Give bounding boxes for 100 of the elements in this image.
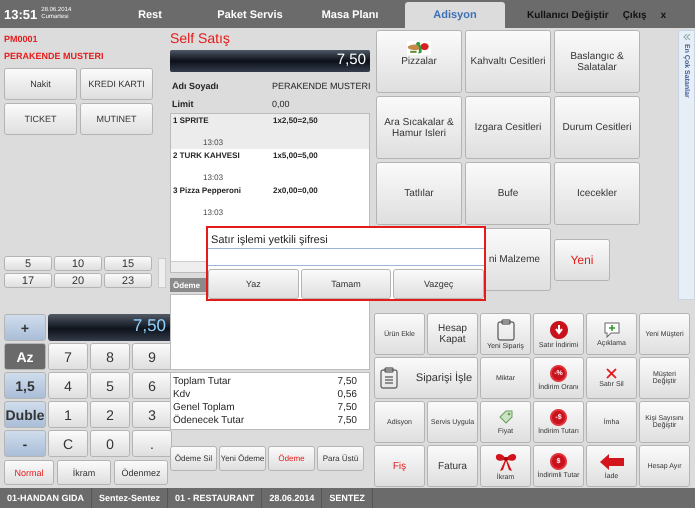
action-button[interactable]: Hesap Kapat bbox=[427, 313, 478, 355]
keypad-key[interactable]: 6 bbox=[132, 372, 172, 399]
keypad-key[interactable]: Az bbox=[4, 343, 46, 370]
item-name: 1 SPRITE bbox=[173, 116, 210, 125]
quick-number-button[interactable]: 20 bbox=[54, 273, 102, 288]
category-button[interactable]: Pizzalar bbox=[376, 30, 462, 93]
quick-number-button[interactable]: 23 bbox=[104, 273, 152, 288]
keypad-key[interactable]: Duble bbox=[4, 401, 46, 428]
scrollbar[interactable] bbox=[158, 258, 166, 288]
nav-tab[interactable]: Adisyon bbox=[405, 2, 505, 28]
bow-icon bbox=[494, 452, 518, 472]
payment-type-button[interactable]: TICKET bbox=[4, 103, 77, 135]
keypad-key[interactable]: 1,5 bbox=[4, 372, 46, 399]
dialog-title: Satır işlemi yetkili şifresi bbox=[210, 233, 329, 248]
total-display: 7,50 bbox=[170, 50, 370, 72]
keypad-key[interactable]: 9 bbox=[132, 343, 172, 370]
keypad-key[interactable]: - bbox=[4, 430, 46, 457]
item-time: 13:03 bbox=[202, 173, 224, 182]
category-button[interactable]: Icecekler bbox=[554, 162, 640, 225]
cross-icon bbox=[606, 368, 617, 379]
mode-button[interactable]: İkram bbox=[57, 460, 111, 485]
return-arrow-icon bbox=[598, 452, 624, 470]
total-value: 7,50 bbox=[338, 414, 357, 427]
quick-number-button[interactable]: 17 bbox=[4, 273, 52, 288]
keypad-key[interactable]: 4 bbox=[48, 372, 88, 399]
payment-type-button[interactable]: MUTINET bbox=[80, 103, 153, 135]
status-item: Sentez-Sentez bbox=[92, 488, 168, 508]
total-value: 7,50 bbox=[338, 375, 357, 388]
total-value: 7,50 bbox=[338, 401, 357, 414]
category-button[interactable]: Tatlılar bbox=[376, 162, 462, 225]
new-button[interactable]: Yeni bbox=[554, 238, 610, 280]
category-button[interactable]: Izgara Cesitleri bbox=[465, 96, 551, 159]
customer-name: PERAKENDE MUSTERI bbox=[4, 51, 105, 63]
total-label: Toplam Tutar bbox=[173, 375, 231, 388]
category-button[interactable]: Ara Sıcakalar & Hamur Isleri bbox=[376, 96, 462, 159]
status-item: SENTEZ bbox=[322, 488, 373, 508]
payment-type-button[interactable]: KREDI KARTI bbox=[80, 68, 153, 100]
quick-number-button[interactable]: 15 bbox=[104, 256, 152, 271]
nav-tab[interactable]: Masa Planı bbox=[300, 2, 400, 28]
dialog-button[interactable]: Tamam bbox=[300, 269, 392, 299]
category-button[interactable]: Bufe bbox=[465, 162, 551, 225]
speech-bubble-icon bbox=[602, 322, 620, 338]
switch-user-link[interactable]: Kullanıcı Değiştir bbox=[527, 10, 609, 20]
sale-title: Self Satış bbox=[170, 30, 231, 48]
payment-action-button[interactable]: Para Üstü bbox=[317, 446, 364, 471]
category-button[interactable]: Durum Cesitleri bbox=[554, 96, 640, 159]
status-item: 28.06.2014 bbox=[262, 488, 322, 508]
discount-badge-icon bbox=[548, 320, 568, 340]
item-name: 2 TURK KAHVESI bbox=[173, 151, 241, 160]
keypad-key[interactable]: 3 bbox=[132, 401, 172, 428]
close-button[interactable]: x bbox=[660, 10, 666, 20]
keypad-key[interactable]: 5 bbox=[90, 372, 130, 399]
collapse-icon[interactable] bbox=[682, 34, 690, 40]
total-label: Genel Toplam bbox=[173, 401, 235, 414]
payment-action-button[interactable]: Ödeme Sil bbox=[170, 446, 217, 471]
quick-number-button[interactable]: 5 bbox=[4, 256, 52, 271]
action-button[interactable]: Fatura bbox=[427, 445, 478, 487]
total-label: Ödenecek Tutar bbox=[173, 414, 244, 427]
keypad-key[interactable]: C bbox=[48, 430, 88, 457]
payment-action-button[interactable]: Ödeme bbox=[268, 446, 315, 471]
item-name: 3 Pizza Pepperoni bbox=[173, 186, 242, 195]
mode-button[interactable]: Ödenmez bbox=[114, 460, 168, 485]
keypad-key[interactable]: 2 bbox=[90, 401, 130, 428]
clipboard-icon bbox=[380, 367, 398, 389]
order-item[interactable]: 1 SPRITE 1x2,50=2,50 13:03 bbox=[171, 114, 369, 149]
action-button[interactable]: Siparişi İşle bbox=[374, 357, 478, 399]
status-item: 01 - RESTAURANT bbox=[168, 488, 262, 508]
category-button[interactable]: Kahvaltı Cesitleri bbox=[465, 30, 551, 93]
clipboard-icon bbox=[496, 318, 514, 340]
payment-action-button[interactable]: Yeni Ödeme bbox=[219, 446, 266, 471]
order-item[interactable]: 3 Pizza Pepperoni 2x0,00=0,00 13:03 bbox=[171, 184, 369, 219]
item-time: 13:03 bbox=[202, 138, 224, 147]
dialog-button[interactable]: Yaz bbox=[208, 269, 299, 299]
category-button[interactable]: Baslangıc & Salatalar bbox=[554, 30, 640, 93]
clock-time: 13:51 bbox=[4, 6, 38, 22]
quick-number-button[interactable]: 10 bbox=[54, 256, 102, 271]
order-item[interactable]: 2 TURK KAHVESI 1x5,00=5,00 13:03 bbox=[171, 149, 369, 184]
amount-display: 7,50 bbox=[48, 314, 172, 341]
keypad-key[interactable]: 7 bbox=[48, 343, 88, 370]
item-time: 13:03 bbox=[202, 208, 224, 217]
nav-tab[interactable]: Paket Servis bbox=[200, 2, 300, 28]
customer-code: PM0001 bbox=[4, 34, 39, 46]
keypad-key[interactable]: . bbox=[132, 430, 172, 457]
status-item: 01-HANDAN GIDA bbox=[0, 488, 92, 508]
payment-type-button[interactable]: Nakit bbox=[4, 68, 77, 100]
info-label: Limit bbox=[172, 99, 194, 109]
keypad-key[interactable]: + bbox=[4, 314, 46, 341]
exit-link[interactable]: Çıkış bbox=[622, 10, 647, 20]
keypad-key[interactable]: 8 bbox=[90, 343, 130, 370]
total-label: Kdv bbox=[173, 388, 190, 401]
info-value: 0,00 bbox=[272, 99, 291, 109]
dialog-button[interactable]: Vazgeç bbox=[393, 269, 484, 299]
action-button[interactable]: Fiş bbox=[374, 445, 425, 487]
total-value: 0,56 bbox=[338, 388, 357, 401]
keypad-key[interactable]: 1 bbox=[48, 401, 88, 428]
keypad-key[interactable]: 0 bbox=[90, 430, 130, 457]
info-value: PERAKENDE MUSTERI bbox=[272, 81, 372, 91]
nav-tab[interactable]: Rest bbox=[100, 2, 200, 28]
password-field[interactable] bbox=[208, 248, 484, 266]
mode-button[interactable]: Normal bbox=[4, 460, 54, 485]
